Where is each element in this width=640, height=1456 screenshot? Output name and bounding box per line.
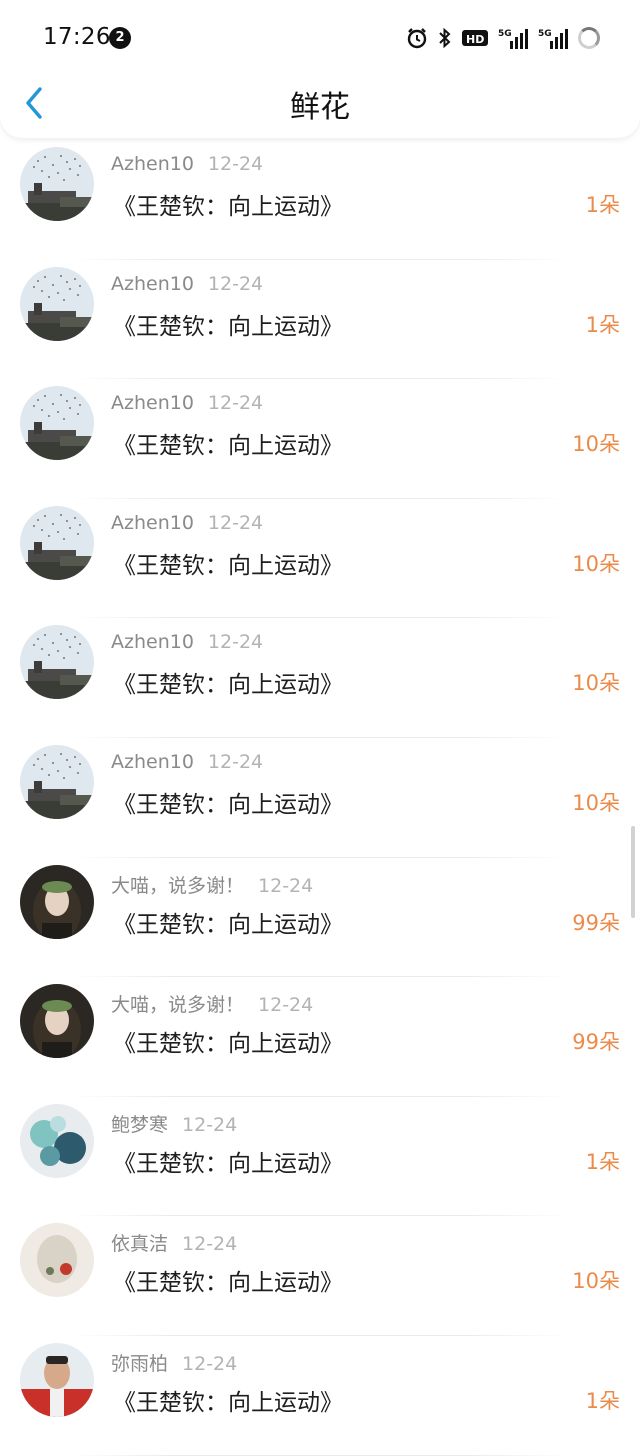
username: Azhen10 [111, 631, 194, 654]
avatar[interactable] [20, 1103, 94, 1178]
item-date: 12-24 [207, 392, 264, 415]
flower-count: 1朵 [585, 1149, 620, 1174]
flower-count: 1朵 [585, 312, 620, 337]
book-title: 《王楚钦：向上运动》 [113, 552, 343, 579]
bluetooth-icon [438, 26, 452, 50]
avatar[interactable] [20, 744, 94, 819]
item-meta: Azhen10 12-24 [111, 512, 263, 534]
username: Azhen10 [111, 511, 194, 534]
username: Azhen10 [111, 153, 194, 175]
status-time: 17:26 [43, 24, 111, 50]
item-date: 12-24 [182, 1113, 238, 1136]
5g-signal-icon-2: 5G [538, 26, 568, 50]
flower-count: 10朵 [572, 671, 620, 696]
book-title: 《王楚钦：向上运动》 [113, 194, 343, 220]
username: Azhen10 [111, 392, 194, 415]
flower-count: 1朵 [585, 1388, 620, 1413]
username: 大喵，说多谢！ [111, 994, 245, 1017]
svg-text:5G: 5G [538, 29, 552, 39]
item-meta: Azhen10 12-24 [111, 392, 263, 414]
item-date: 12-24 [207, 750, 264, 773]
list-item[interactable]: 大喵，说多谢！ 12-24 《王楚钦：向上运动》 99朵 [0, 857, 640, 978]
avatar[interactable] [20, 147, 94, 221]
username: 弥雨柏 [111, 1352, 169, 1375]
item-meta: 大喵，说多谢！ 12-24 [111, 871, 313, 898]
book-title: 《王楚钦：向上运动》 [113, 1389, 343, 1416]
avatar[interactable] [20, 505, 94, 580]
item-meta: 弥雨柏 12-24 [111, 1349, 237, 1376]
item-date: 12-24 [182, 1352, 238, 1375]
avatar[interactable] [20, 1342, 94, 1417]
avatar[interactable] [20, 266, 94, 341]
page-title: 鲜花 [290, 90, 350, 125]
flower-list: Azhen10 12-24 《王楚钦：向上运动》 1朵 Azhen10 12-24 … [0, 140, 640, 1456]
list-item[interactable]: Azhen10 12-24 《王楚钦：向上运动》 10朵 [0, 379, 640, 499]
item-meta: 鲍梦寒 12-24 [111, 1110, 237, 1137]
item-meta: Azhen10 12-24 [111, 153, 263, 175]
username: 鲍梦寒 [111, 1113, 169, 1136]
item-date: 12-24 [258, 874, 314, 897]
flower-count: 99朵 [572, 1030, 620, 1055]
hd-icon: HD [462, 26, 488, 50]
book-title: 《王楚钦：向上运动》 [113, 433, 343, 460]
book-title: 《王楚钦：向上运动》 [113, 1270, 343, 1297]
item-meta: 大喵，说多谢！ 12-24 [111, 990, 313, 1017]
svg-text:5G: 5G [498, 29, 512, 39]
book-title: 《王楚钦：向上运动》 [113, 1031, 343, 1058]
avatar[interactable] [20, 984, 94, 1059]
item-meta: 依真洁 12-24 [111, 1229, 237, 1256]
alarm-icon [406, 26, 428, 50]
scrollbar[interactable] [631, 826, 635, 918]
status-icons: HD 5G 5G [406, 26, 600, 50]
notification-badge: 2 [109, 27, 131, 49]
book-title: 《王楚钦：向上运动》 [113, 672, 343, 699]
username: Azhen10 [111, 272, 194, 295]
flower-count: 10朵 [572, 790, 620, 815]
item-date: 12-24 [207, 272, 264, 295]
status-bar: 17:26 2 HD 5G 5G [0, 0, 640, 76]
list-item[interactable]: Azhen10 12-24 《王楚钦：向上运动》 10朵 [0, 737, 640, 858]
divider [70, 1454, 570, 1456]
book-title: 《王楚钦：向上运动》 [113, 313, 343, 340]
5g-signal-icon: 5G [498, 26, 528, 50]
svg-text:HD: HD [466, 33, 484, 46]
list-item[interactable]: Azhen10 12-24 《王楚钦：向上运动》 10朵 [0, 618, 640, 738]
list-item[interactable]: Azhen10 12-24 《王楚钦：向上运动》 1朵 [0, 259, 640, 380]
list-item[interactable]: Azhen10 12-24 《王楚钦：向上运动》 10朵 [0, 498, 640, 619]
item-date: 12-24 [207, 511, 264, 534]
list-item[interactable]: 依真洁 12-24 《王楚钦：向上运动》 10朵 [0, 1216, 640, 1336]
flower-count: 99朵 [572, 910, 620, 935]
username: Azhen10 [111, 750, 194, 773]
item-meta: Azhen10 12-24 [111, 751, 263, 773]
item-date: 12-24 [258, 994, 314, 1017]
avatar[interactable] [20, 386, 94, 461]
list-item[interactable]: 鲍梦寒 12-24 《王楚钦：向上运动》 1朵 [0, 1096, 640, 1217]
item-date: 12-24 [207, 631, 264, 654]
flower-count: 10朵 [572, 432, 620, 457]
avatar[interactable] [20, 1223, 94, 1298]
avatar[interactable] [20, 625, 94, 700]
book-title: 《王楚钦：向上运动》 [113, 1150, 343, 1177]
flower-count: 10朵 [572, 551, 620, 576]
list-item[interactable]: Azhen10 12-24 《王楚钦：向上运动》 1朵 [0, 140, 640, 260]
item-meta: Azhen10 12-24 [111, 631, 263, 653]
username: 依真洁 [111, 1233, 169, 1256]
book-title: 《王楚钦：向上运动》 [113, 791, 343, 818]
avatar[interactable] [20, 864, 94, 939]
item-date: 12-24 [182, 1233, 238, 1256]
item-meta: Azhen10 12-24 [111, 273, 263, 295]
loading-icon [578, 26, 600, 50]
list-item[interactable]: 弥雨柏 12-24 《王楚钦：向上运动》 1朵 [0, 1335, 640, 1456]
flower-count: 10朵 [572, 1269, 620, 1294]
list-item[interactable]: 大喵，说多谢！ 12-24 《王楚钦：向上运动》 99朵 [0, 977, 640, 1097]
book-title: 《王楚钦：向上运动》 [113, 911, 343, 938]
flower-count: 1朵 [585, 193, 620, 217]
username: 大喵，说多谢！ [111, 874, 245, 897]
item-date: 12-24 [207, 153, 264, 175]
